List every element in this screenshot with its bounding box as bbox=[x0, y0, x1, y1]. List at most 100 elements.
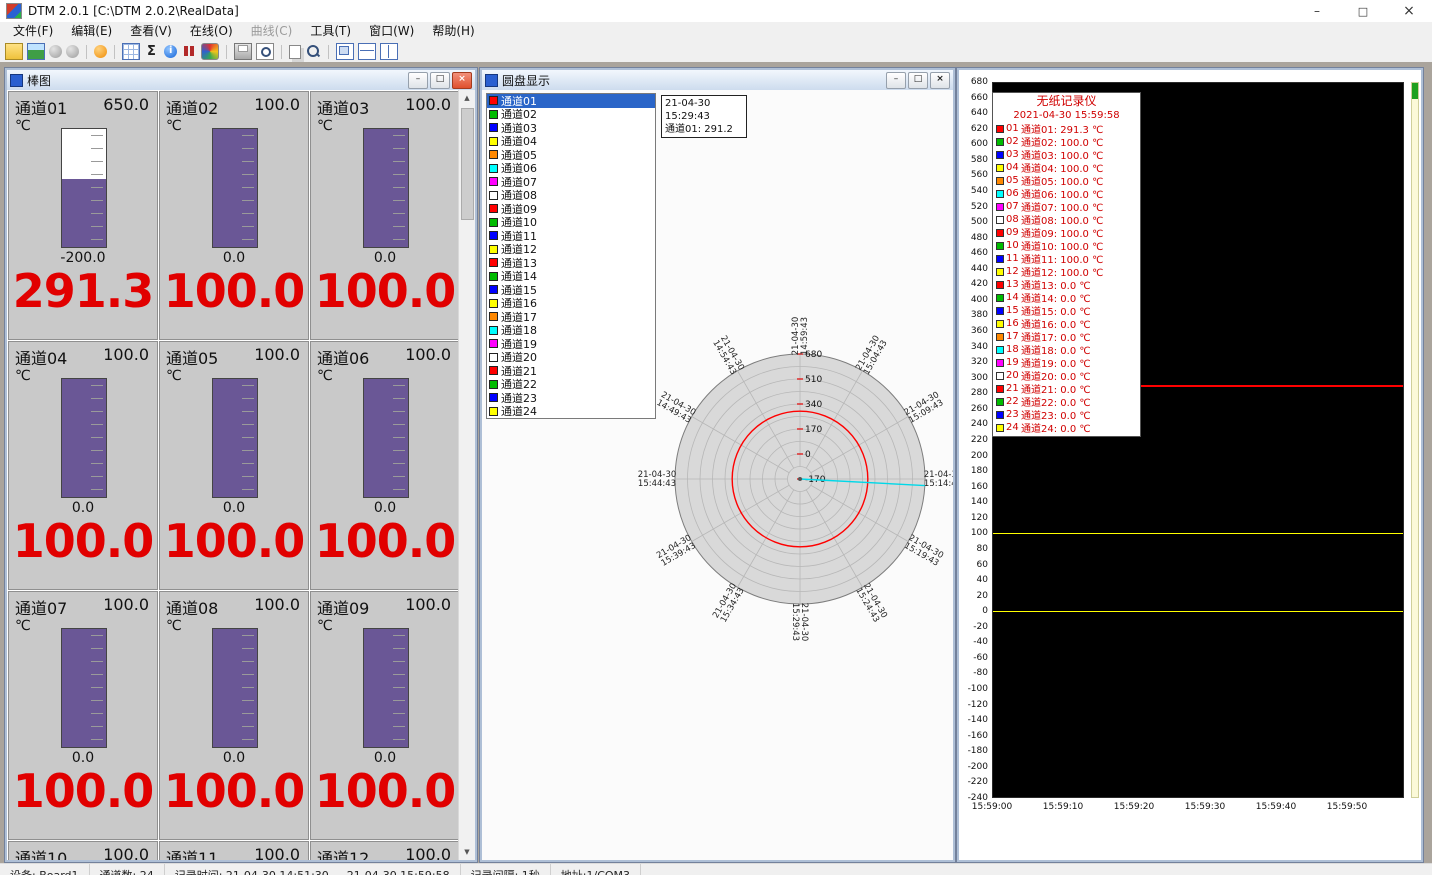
bar-maximize-button[interactable] bbox=[430, 72, 450, 89]
pause-icon[interactable] bbox=[181, 44, 197, 59]
tile-vertical-icon[interactable] bbox=[380, 43, 398, 60]
range-max: 100.0 bbox=[254, 345, 300, 364]
gray-ball-1-icon[interactable] bbox=[49, 45, 62, 58]
gauge-tick bbox=[91, 489, 103, 490]
info-icon[interactable] bbox=[164, 45, 177, 58]
disk-window-controls bbox=[884, 72, 950, 89]
gauge-tick bbox=[242, 661, 254, 662]
preview-icon[interactable] bbox=[256, 43, 274, 60]
legend-color-swatch bbox=[996, 307, 1004, 315]
zoom-icon[interactable] bbox=[305, 44, 321, 59]
x-axis-label: 15:59:30 bbox=[1182, 802, 1228, 812]
app-icon bbox=[6, 3, 22, 19]
minimize-button[interactable] bbox=[1294, 0, 1340, 22]
unit-label: ℃ bbox=[15, 368, 31, 384]
x-axis-label: 15:59:00 bbox=[969, 802, 1015, 812]
scroll-thumb[interactable] bbox=[461, 108, 474, 220]
legend-color-swatch bbox=[996, 372, 1004, 380]
disk-maximize-button[interactable] bbox=[908, 72, 928, 89]
bar-close-button[interactable] bbox=[452, 72, 472, 89]
bar-gauge bbox=[212, 378, 258, 498]
gauge-tick bbox=[242, 713, 254, 714]
menu-item-1[interactable]: 文件(F) bbox=[4, 22, 62, 41]
disk-minimize-button[interactable] bbox=[886, 72, 906, 89]
tile-horizontal-icon[interactable] bbox=[358, 43, 376, 60]
gauge-tick bbox=[91, 135, 103, 136]
legend-rows: 01通道01: 291.3 ℃02通道02: 100.0 ℃03通道03: 10… bbox=[993, 122, 1140, 434]
cascade-icon[interactable] bbox=[336, 43, 354, 60]
menu-item-3[interactable]: 查看(V) bbox=[121, 22, 181, 41]
copy-icon[interactable] bbox=[289, 45, 301, 59]
svg-text:21-04-3015:39:43: 21-04-3015:39:43 bbox=[655, 533, 698, 569]
gauge-tick bbox=[91, 424, 103, 425]
menu-item-8[interactable]: 帮助(H) bbox=[423, 22, 483, 41]
y-axis-label: -220 bbox=[959, 777, 990, 787]
gauge-tick bbox=[242, 648, 254, 649]
gauge-tick bbox=[393, 385, 405, 386]
y-axis-label: 260 bbox=[959, 404, 990, 414]
channel-color-swatch bbox=[489, 407, 498, 416]
gauge-tick bbox=[393, 437, 405, 438]
gauge-tick bbox=[242, 635, 254, 636]
x-axis-label: 15:59:40 bbox=[1253, 802, 1299, 812]
y-axis-label: 280 bbox=[959, 388, 990, 398]
close-button[interactable] bbox=[1386, 0, 1432, 22]
scroll-down-icon[interactable] bbox=[459, 844, 475, 860]
legend-color-swatch bbox=[996, 281, 1004, 289]
print-icon[interactable] bbox=[234, 43, 252, 60]
title-bar: DTM 2.0.1 [C:\DTM 2.0.2\RealData] bbox=[0, 0, 1432, 22]
maximize-button[interactable] bbox=[1340, 0, 1386, 22]
gauge-tick bbox=[242, 174, 254, 175]
legend-channel-number: 10 bbox=[1006, 240, 1021, 251]
gauge-tick bbox=[393, 674, 405, 675]
gray-ball-2-icon[interactable] bbox=[66, 45, 79, 58]
trend-scroll-handle[interactable] bbox=[1412, 83, 1418, 99]
channel-color-swatch bbox=[489, 164, 498, 173]
range-max: 100.0 bbox=[254, 845, 300, 860]
gauge-tick bbox=[242, 674, 254, 675]
menu-item-2[interactable]: 编辑(E) bbox=[62, 22, 121, 41]
menu-item-4[interactable]: 在线(O) bbox=[181, 22, 242, 41]
legend-channel-text: 通道24: 0.0 ℃ bbox=[1021, 420, 1091, 435]
trend-right-scrollbar[interactable] bbox=[1411, 82, 1419, 798]
bar-minimize-button[interactable] bbox=[408, 72, 428, 89]
y-axis-label: 380 bbox=[959, 310, 990, 320]
disk-close-button[interactable] bbox=[930, 72, 950, 89]
table-icon[interactable] bbox=[122, 43, 140, 60]
channel-name: 通道02 bbox=[166, 95, 218, 119]
export-icon[interactable] bbox=[27, 43, 45, 60]
legend-color-swatch bbox=[996, 216, 1004, 224]
y-axis-label: 160 bbox=[959, 482, 990, 492]
disk-window-titlebar[interactable]: 圆盘显示 bbox=[482, 70, 953, 91]
legend-channel-number: 21 bbox=[1006, 383, 1021, 394]
menu-item-5[interactable]: 曲线(C) bbox=[242, 22, 302, 41]
orange-ball-icon[interactable] bbox=[94, 45, 107, 58]
channel-name: 通道12 bbox=[317, 845, 369, 860]
bar-panel-12: 通道12100.0℃0.0100.0 bbox=[310, 841, 460, 860]
svg-text:21-04-3015:29:43: 21-04-3015:29:43 bbox=[790, 603, 809, 642]
polar-chart-container: 6805103401700-17021-04-3014:59:4321-04-3… bbox=[600, 279, 953, 679]
palette-icon[interactable] bbox=[201, 43, 219, 60]
y-axis-label: 100 bbox=[959, 528, 990, 538]
sigma-icon[interactable] bbox=[144, 44, 160, 59]
y-axis-label: 180 bbox=[959, 466, 990, 476]
gauge-tick bbox=[393, 489, 405, 490]
bar-window-titlebar[interactable]: 棒图 bbox=[7, 70, 475, 91]
channel-name: 通道06 bbox=[317, 345, 369, 369]
scroll-up-icon[interactable] bbox=[459, 90, 475, 106]
menu-item-7[interactable]: 窗口(W) bbox=[360, 22, 423, 41]
menu-item-6[interactable]: 工具(T) bbox=[301, 22, 360, 41]
bar-scrollbar[interactable] bbox=[458, 90, 475, 860]
bar-panel-5: 通道05100.0℃0.0100.0 bbox=[159, 341, 309, 590]
y-axis-label: 680 bbox=[959, 77, 990, 87]
channel-color-swatch bbox=[489, 326, 498, 335]
bar-gauge-fill bbox=[213, 129, 257, 247]
gauge-tick bbox=[393, 239, 405, 240]
channel-name: 通道10 bbox=[15, 845, 67, 860]
gauge-tick bbox=[242, 476, 254, 477]
gauge-tick bbox=[393, 648, 405, 649]
legend-color-swatch bbox=[996, 138, 1004, 146]
open-icon[interactable] bbox=[5, 43, 23, 60]
svg-text:21-04-3015:14:43: 21-04-3015:14:43 bbox=[924, 470, 953, 489]
legend-channel-number: 04 bbox=[1006, 162, 1021, 173]
